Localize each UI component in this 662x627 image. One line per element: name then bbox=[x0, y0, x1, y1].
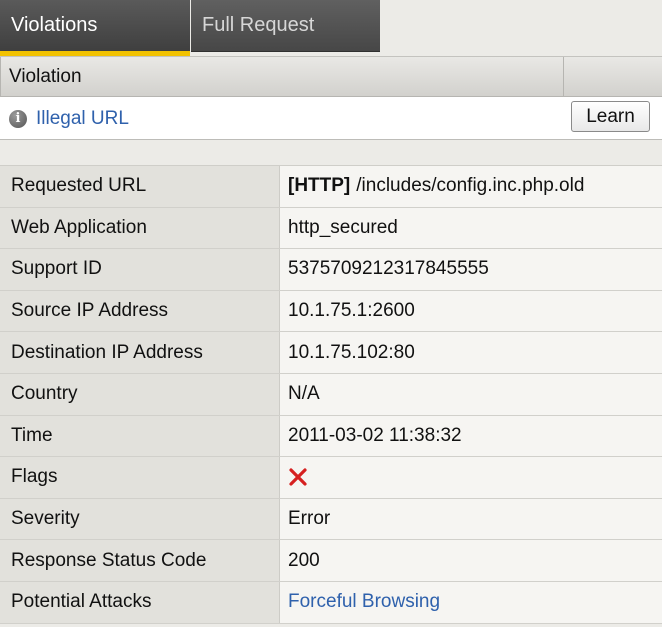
detail-value: 200 bbox=[288, 549, 320, 571]
tab-bar: Violations Full Request bbox=[0, 0, 662, 56]
tab-full-request[interactable]: Full Request bbox=[191, 0, 380, 52]
detail-value: [HTTP] /includes/config.inc.php.old bbox=[288, 166, 584, 207]
detail-label: Support ID bbox=[0, 249, 280, 290]
detail-row-country: Country N/A bbox=[0, 373, 662, 416]
detail-value: 10.1.75.1:2600 bbox=[288, 300, 415, 322]
detail-value: N/A bbox=[288, 383, 320, 405]
detail-label: Flags bbox=[0, 457, 280, 498]
detail-row-time: Time 2011-03-02 11:38:32 bbox=[0, 415, 662, 458]
detail-row-support-id: Support ID 5375709212317845555 bbox=[0, 249, 662, 291]
detail-row-source-ip: Source IP Address 10.1.75.1:2600 bbox=[0, 290, 662, 333]
detail-label: Response Status Code bbox=[0, 540, 280, 581]
request-details-table: Requested URL [HTTP] /includes/config.in… bbox=[0, 165, 662, 624]
detail-label: Destination IP Address bbox=[0, 332, 280, 373]
learn-button[interactable]: Learn bbox=[571, 101, 650, 132]
tab-violations[interactable]: Violations bbox=[0, 0, 190, 56]
detail-label: Requested URL bbox=[0, 166, 280, 207]
detail-label: Source IP Address bbox=[0, 290, 280, 332]
protocol-badge: [HTTP] bbox=[288, 175, 351, 197]
action-column-header bbox=[564, 57, 662, 96]
detail-row-destination-ip: Destination IP Address 10.1.75.102:80 bbox=[0, 332, 662, 374]
detail-value: Forceful Browsing bbox=[288, 582, 440, 623]
detail-value: 5375709212317845555 bbox=[288, 258, 489, 280]
requested-url-value: /includes/config.inc.php.old bbox=[356, 175, 585, 197]
detail-value: Error bbox=[288, 508, 331, 530]
detail-label: Country bbox=[0, 373, 280, 415]
red-x-icon bbox=[289, 468, 307, 487]
violation-link-illegal-url[interactable]: Illegal URL bbox=[36, 97, 129, 140]
detail-label: Severity bbox=[0, 498, 280, 540]
detail-row-response-status: Response Status Code 200 bbox=[0, 540, 662, 582]
detail-row-requested-url: Requested URL [HTTP] /includes/config.in… bbox=[0, 166, 662, 208]
violation-row: i Illegal URL Learn bbox=[0, 97, 662, 140]
potential-attack-link[interactable]: Forceful Browsing bbox=[288, 591, 440, 613]
info-icon[interactable]: i bbox=[9, 110, 27, 128]
violations-table-header: Violation bbox=[0, 56, 662, 97]
detail-value bbox=[288, 457, 308, 498]
detail-value: http_secured bbox=[288, 216, 398, 238]
detail-value: 2011-03-02 11:38:32 bbox=[288, 424, 462, 446]
detail-label: Potential Attacks bbox=[0, 581, 280, 623]
detail-row-web-application: Web Application http_secured bbox=[0, 207, 662, 250]
detail-row-severity: Severity Error bbox=[0, 498, 662, 541]
detail-row-potential-attacks: Potential Attacks Forceful Browsing bbox=[0, 581, 662, 624]
detail-row-flags: Flags bbox=[0, 457, 662, 499]
detail-value: 10.1.75.102:80 bbox=[288, 341, 415, 363]
violation-column-header: Violation bbox=[0, 57, 564, 96]
detail-label: Time bbox=[0, 415, 280, 457]
detail-label: Web Application bbox=[0, 207, 280, 249]
